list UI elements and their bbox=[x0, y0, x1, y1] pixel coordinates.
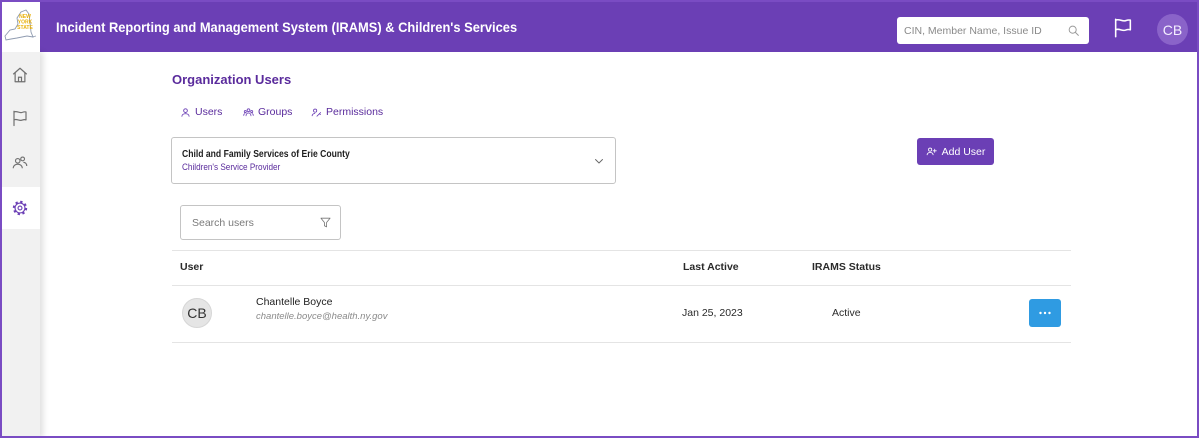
user-avatar[interactable]: CB bbox=[1157, 14, 1188, 45]
user-icon bbox=[181, 107, 190, 117]
column-header-last-active[interactable]: Last Active bbox=[683, 261, 739, 273]
chevron-down-icon[interactable] bbox=[593, 155, 605, 167]
add-user-icon bbox=[926, 147, 937, 156]
sidebar-nav bbox=[0, 52, 40, 438]
table-top-divider bbox=[172, 250, 1071, 251]
tab-permissions[interactable]: Permissions bbox=[311, 105, 383, 119]
tab-label: Groups bbox=[258, 106, 293, 118]
group-icon bbox=[243, 107, 254, 116]
permission-icon bbox=[311, 108, 322, 117]
organization-select[interactable]: Child and Family Services of Erie County… bbox=[171, 137, 616, 184]
irams-status: Active bbox=[832, 307, 861, 319]
row-actions-button[interactable] bbox=[1029, 299, 1061, 327]
global-search[interactable] bbox=[897, 17, 1089, 44]
home-icon bbox=[12, 67, 28, 83]
add-user-label: Add User bbox=[941, 145, 986, 158]
flag-icon[interactable] bbox=[1112, 16, 1134, 39]
nys-logo[interactable]: NEW YORK STATE bbox=[0, 0, 40, 52]
search-icon[interactable] bbox=[1067, 24, 1080, 37]
organization-type: Children's Service Provider bbox=[182, 162, 296, 173]
logo-line: STATE bbox=[17, 25, 33, 31]
tab-groups[interactable]: Groups bbox=[243, 105, 292, 119]
global-search-input[interactable] bbox=[897, 17, 1089, 44]
table-bottom-divider bbox=[172, 342, 1071, 343]
filter-icon[interactable] bbox=[319, 216, 332, 229]
users-icon bbox=[12, 156, 28, 169]
organization-type-text: Children's Service Provider bbox=[182, 162, 281, 173]
sidebar-item-settings[interactable] bbox=[0, 187, 40, 229]
user-name: Chantelle Boyce bbox=[256, 296, 333, 308]
organization-name: Child and Family Services of Erie County bbox=[182, 149, 377, 160]
page-title: Organization Users bbox=[172, 72, 292, 87]
app-title: Incident Reporting and Management System… bbox=[56, 19, 518, 35]
table-row[interactable]: CB Chantelle Boyce chantelle.boyce@healt… bbox=[172, 285, 1071, 342]
sidebar-item-incidents[interactable] bbox=[0, 97, 40, 139]
tab-label: Permissions bbox=[326, 106, 384, 118]
tab-label: Users bbox=[195, 106, 223, 118]
user-search[interactable] bbox=[180, 205, 341, 240]
sidebar-item-users[interactable] bbox=[0, 142, 40, 184]
sidebar-item-home[interactable] bbox=[0, 54, 40, 96]
ellipsis-icon bbox=[1039, 311, 1051, 315]
gear-icon bbox=[12, 200, 28, 216]
column-header-irams-status[interactable]: IRAMS Status bbox=[812, 261, 881, 273]
organization-name-text: Child and Family Services of Erie County bbox=[182, 149, 350, 160]
user-email: chantelle.boyce@health.ny.gov bbox=[256, 311, 388, 322]
last-active-date: Jan 25, 2023 bbox=[682, 307, 743, 319]
flag-icon bbox=[13, 110, 27, 127]
nys-logo-mark: NEW YORK STATE bbox=[4, 9, 37, 41]
add-user-button[interactable]: Add User bbox=[917, 138, 994, 165]
user-search-input[interactable] bbox=[181, 206, 340, 239]
user-avatar: CB bbox=[182, 298, 212, 328]
tab-users[interactable]: Users bbox=[180, 105, 222, 119]
column-header-user[interactable]: User bbox=[180, 261, 203, 273]
users-table: User Last Active IRAMS Status CB Chantel… bbox=[172, 250, 1071, 343]
